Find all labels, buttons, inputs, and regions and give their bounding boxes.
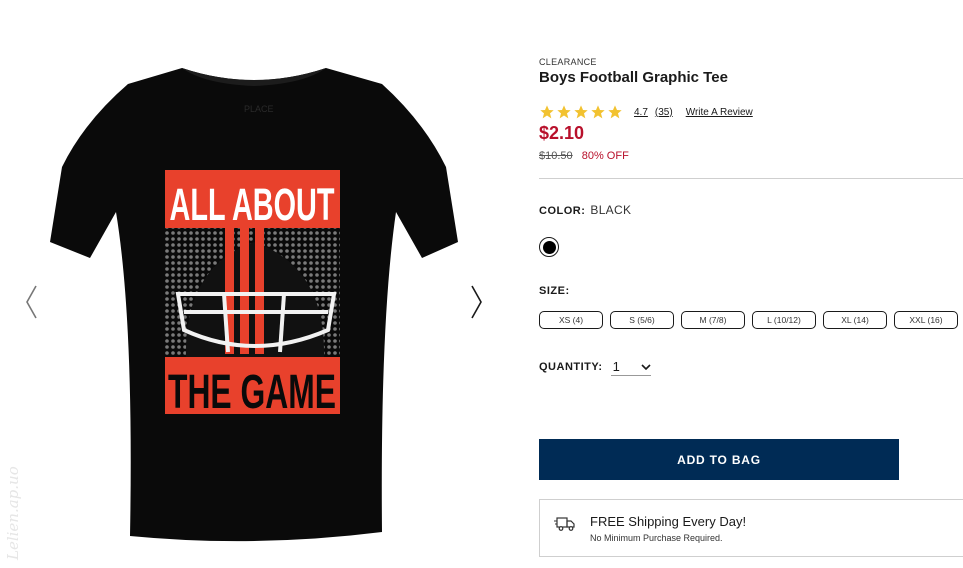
- sale-price: $2.10: [539, 123, 585, 143]
- swatch-fill: [542, 240, 556, 254]
- tee-graphic-top-text: ALL ABOUT: [170, 179, 335, 230]
- size-options: XS (4) S (5/6) M (7/8) L (10/12) XL (14)…: [539, 311, 963, 329]
- size-option-l[interactable]: L (10/12): [752, 311, 816, 329]
- star-icon: [574, 105, 588, 119]
- star-icon: [608, 105, 622, 119]
- previous-image-arrow-icon[interactable]: [22, 282, 42, 322]
- clearance-badge: CLEARANCE: [539, 57, 597, 67]
- tee-graphic-bottom-text: THE GAME: [168, 366, 336, 419]
- color-label: COLOR:: [539, 205, 586, 217]
- product-image-gallery: PLACE ALL ABOUT THE GAME Lelien.ap.uo: [0, 0, 510, 568]
- rating-value-link[interactable]: 4.7: [634, 107, 648, 118]
- quantity-value: 1: [612, 359, 620, 374]
- product-title: Boys Football Graphic Tee: [539, 69, 728, 86]
- shipping-subtitle: No Minimum Purchase Required.: [590, 533, 723, 543]
- color-swatch-black[interactable]: [539, 237, 559, 257]
- add-to-bag-button[interactable]: ADD TO BAG: [539, 439, 899, 480]
- size-option-s[interactable]: S (5/6): [610, 311, 674, 329]
- original-price: $10.50: [539, 150, 573, 162]
- shipping-info-box: FREE Shipping Every Day! No Minimum Purc…: [539, 499, 963, 557]
- selected-color-value: BLACK: [590, 203, 632, 217]
- rating-row: 4.7 (35) Write A Review: [539, 103, 753, 121]
- star-icon: [591, 105, 605, 119]
- size-option-xl[interactable]: XL (14): [823, 311, 887, 329]
- discount-badge: 80% OFF: [581, 150, 629, 162]
- shipping-title: FREE Shipping Every Day!: [590, 514, 747, 529]
- product-info-panel: CLEARANCE Boys Football Graphic Tee 4.7 …: [539, 0, 963, 568]
- size-option-xs[interactable]: XS (4): [539, 311, 603, 329]
- quantity-row: QUANTITY: 1: [539, 358, 651, 376]
- color-selector-label: COLOR: BLACK: [539, 203, 631, 217]
- watermark-text: Lelien.ap.uo: [4, 466, 22, 560]
- delivery-truck-icon: [554, 517, 575, 531]
- price-comparison: $10.50 80% OFF: [539, 150, 629, 162]
- chevron-down-icon: [641, 363, 651, 370]
- star-icon: [557, 105, 571, 119]
- next-image-arrow-icon[interactable]: [466, 282, 486, 322]
- tee-tag-text: PLACE: [244, 104, 274, 114]
- star-icon: [540, 105, 554, 119]
- divider: [539, 178, 963, 179]
- product-image: PLACE ALL ABOUT THE GAME: [50, 68, 458, 542]
- quantity-select[interactable]: 1: [610, 358, 651, 376]
- size-option-m[interactable]: M (7/8): [681, 311, 745, 329]
- quantity-label: QUANTITY:: [539, 361, 603, 373]
- write-review-link[interactable]: Write A Review: [686, 107, 753, 118]
- rating-stars: [539, 104, 623, 120]
- size-label: SIZE:: [539, 285, 570, 297]
- rating-count-link[interactable]: (35): [655, 107, 673, 118]
- size-option-xxl[interactable]: XXL (16): [894, 311, 958, 329]
